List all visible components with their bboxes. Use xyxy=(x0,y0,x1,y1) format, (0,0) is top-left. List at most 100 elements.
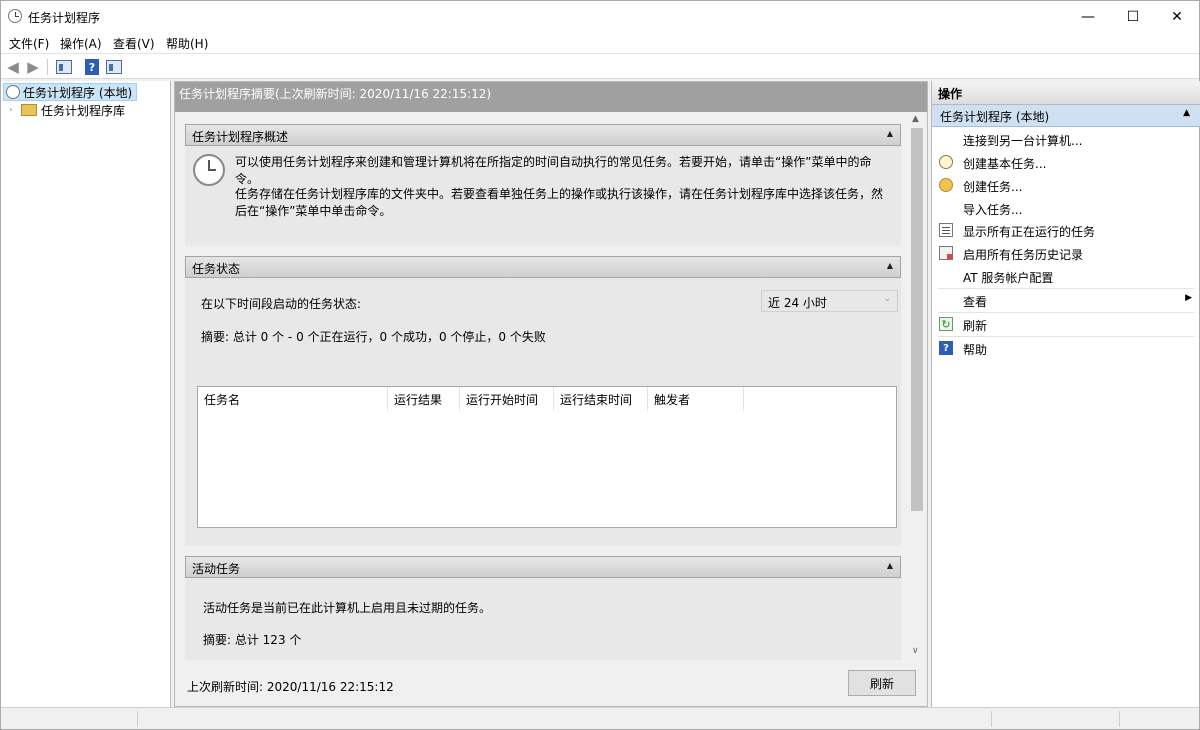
column-header[interactable]: 触发者 xyxy=(648,387,744,411)
actions-pane-header: 操作 xyxy=(932,81,1200,105)
console-tree-icon xyxy=(56,60,72,74)
column-header[interactable]: 运行结束时间 xyxy=(554,387,648,411)
chevron-down-icon: ⌄ xyxy=(883,294,891,304)
menu-file[interactable]: 文件(F) xyxy=(9,35,49,52)
help-icon: ? xyxy=(939,341,953,355)
status-bar-divider xyxy=(137,711,138,727)
collapse-icon[interactable]: ▲ xyxy=(887,129,893,138)
actions-group-title: 任务计划程序 (本地) xyxy=(940,110,1050,124)
action-label: 创建基本任务... xyxy=(963,157,1047,171)
table-header-row: 任务名 运行结果 运行开始时间 运行结束时间 触发者 xyxy=(198,387,744,411)
toolbar: ◀ ▶ ? xyxy=(1,53,1199,79)
collapse-icon[interactable]: ▲ xyxy=(1183,108,1190,118)
forward-button[interactable]: ▶ xyxy=(24,58,42,76)
show-hide-action-pane-button[interactable] xyxy=(105,58,123,76)
menu-action[interactable]: 操作(A) xyxy=(60,35,102,52)
task-status-section-header[interactable]: 任务状态 ▲ xyxy=(185,256,901,278)
show-hide-tree-button[interactable] xyxy=(55,58,73,76)
menu-help[interactable]: 帮助(H) xyxy=(166,35,208,52)
history-icon xyxy=(939,246,953,260)
close-button[interactable]: ✕ xyxy=(1154,1,1200,33)
column-header[interactable]: 运行开始时间 xyxy=(460,387,554,411)
task-scheduler-window: 任务计划程序 — ☐ ✕ 文件(F) 操作(A) 查看(V) 帮助(H) ◀ ▶… xyxy=(0,0,1200,730)
column-header[interactable]: 任务名 xyxy=(198,387,388,411)
navigation-tree: 任务计划程序 (本地) › 任务计划程序库 xyxy=(1,81,171,707)
active-tasks-title: 活动任务 xyxy=(192,562,241,576)
expand-caret-icon[interactable]: › xyxy=(9,105,21,115)
overview-paragraph-2: 任务存储在任务计划程序库的文件夹中。若要查看单独任务上的操作或执行该操作，请在任… xyxy=(235,187,884,218)
tree-root-label: 任务计划程序 (本地) xyxy=(23,85,133,100)
actions-pane: 操作 任务计划程序 (本地) ▲ 连接到另一台计算机... 创建基本任务... … xyxy=(931,81,1200,707)
active-tasks-section: 活动任务 ▲ 活动任务是当前已在此计算机上启用且未过期的任务。 摘要: 总计 1… xyxy=(185,556,901,660)
action-create-task[interactable]: 创建任务... xyxy=(932,175,1200,197)
title-bar: 任务计划程序 — ☐ ✕ xyxy=(1,1,1199,33)
action-create-basic-task[interactable]: 创建基本任务... xyxy=(932,152,1200,174)
maximize-button[interactable]: ☐ xyxy=(1110,1,1156,33)
back-button[interactable]: ◀ xyxy=(4,58,22,76)
action-at-service-config[interactable]: AT 服务帐户配置 xyxy=(932,266,1200,288)
action-label: 创建任务... xyxy=(963,180,1023,194)
action-label: 刷新 xyxy=(963,319,988,333)
action-connect-computer[interactable]: 连接到另一台计算机... xyxy=(932,129,1200,151)
action-enable-history[interactable]: 启用所有任务历史记录 xyxy=(932,243,1200,265)
submenu-arrow-icon: ▶ xyxy=(1185,293,1192,303)
vertical-scrollbar[interactable]: ▲ ∨ xyxy=(907,114,927,660)
summary-pane: 任务计划程序摘要(上次刷新时间: 2020/11/16 22:15:12) 任务… xyxy=(174,81,928,707)
toolbar-separator xyxy=(47,59,48,75)
task-status-section: 任务状态 ▲ 在以下时间段启动的任务状态: 近 24 小时 ⌄ 摘要: 总计 0… xyxy=(185,256,901,546)
scrollbar-thumb[interactable] xyxy=(911,128,923,511)
clock-icon xyxy=(6,85,20,99)
overview-section: 任务计划程序概述 ▲ 可以使用任务计划程序来创建和管理计算机将在所指定的时间自动… xyxy=(185,124,901,246)
status-bar-divider xyxy=(1119,711,1120,727)
help-toolbar-button[interactable]: ? xyxy=(83,58,101,76)
task-icon xyxy=(939,178,953,192)
action-view[interactable]: 查看 ▶ xyxy=(932,290,1200,312)
clock-icon xyxy=(939,155,953,169)
refresh-button[interactable]: 刷新 xyxy=(848,670,916,696)
scroll-down-icon[interactable]: ∨ xyxy=(912,646,919,656)
refresh-icon: ↻ xyxy=(939,317,953,331)
status-bar xyxy=(1,707,1199,729)
menu-bar: 文件(F) 操作(A) 查看(V) 帮助(H) xyxy=(1,33,1199,53)
action-import-task[interactable]: 导入任务... xyxy=(932,198,1200,220)
clock-icon xyxy=(193,154,225,186)
window-title: 任务计划程序 xyxy=(28,11,101,25)
help-icon: ? xyxy=(85,59,99,75)
active-tasks-section-header[interactable]: 活动任务 ▲ xyxy=(185,556,901,578)
summary-scroll-area: 任务计划程序概述 ▲ 可以使用任务计划程序来创建和管理计算机将在所指定的时间自动… xyxy=(175,114,927,660)
folder-icon xyxy=(21,104,37,116)
action-label: 启用所有任务历史记录 xyxy=(963,248,1084,262)
tree-root-task-scheduler[interactable]: 任务计划程序 (本地) xyxy=(3,83,138,101)
overview-title: 任务计划程序概述 xyxy=(192,130,289,144)
action-label: 导入任务... xyxy=(963,203,1023,217)
summary-footer: 上次刷新时间: 2020/11/16 22:15:12 刷新 xyxy=(175,662,927,706)
action-label: 显示所有正在运行的任务 xyxy=(963,225,1096,239)
forward-arrow-icon: ▶ xyxy=(27,58,39,76)
action-pane-icon xyxy=(106,60,122,74)
actions-group-header[interactable]: 任务计划程序 (本地) ▲ xyxy=(932,105,1200,127)
action-refresh[interactable]: ↻ 刷新 xyxy=(932,314,1200,336)
action-label: 连接到另一台计算机... xyxy=(963,134,1083,148)
collapse-icon[interactable]: ▲ xyxy=(887,561,893,570)
back-arrow-icon: ◀ xyxy=(7,58,19,76)
column-header[interactable]: 运行结果 xyxy=(388,387,460,411)
status-period-dropdown[interactable]: 近 24 小时 ⌄ xyxy=(761,290,898,312)
action-help[interactable]: ? 帮助 xyxy=(932,338,1200,360)
minimize-button[interactable]: — xyxy=(1065,1,1111,33)
menu-view[interactable]: 查看(V) xyxy=(113,35,155,52)
tree-item-task-library[interactable]: › 任务计划程序库 xyxy=(9,101,125,119)
list-icon xyxy=(939,223,953,237)
task-status-table[interactable]: 任务名 运行结果 运行开始时间 运行结束时间 触发者 xyxy=(197,386,897,528)
status-period-label: 在以下时间段启动的任务状态: xyxy=(201,297,362,311)
action-show-running-tasks[interactable]: 显示所有正在运行的任务 xyxy=(932,220,1200,242)
separator xyxy=(938,312,1194,313)
scroll-up-icon[interactable]: ▲ xyxy=(912,114,919,124)
active-tasks-description: 活动任务是当前已在此计算机上启用且未过期的任务。 xyxy=(203,601,492,615)
status-bar-divider xyxy=(991,711,992,727)
clock-icon xyxy=(8,9,22,23)
last-refresh-text: 上次刷新时间: 2020/11/16 22:15:12 xyxy=(187,680,394,694)
collapse-icon[interactable]: ▲ xyxy=(887,261,893,270)
action-label: AT 服务帐户配置 xyxy=(963,271,1054,285)
overview-section-header[interactable]: 任务计划程序概述 ▲ xyxy=(185,124,901,146)
status-summary: 摘要: 总计 0 个 - 0 个正在运行，0 个成功，0 个停止，0 个失败 xyxy=(201,330,546,344)
